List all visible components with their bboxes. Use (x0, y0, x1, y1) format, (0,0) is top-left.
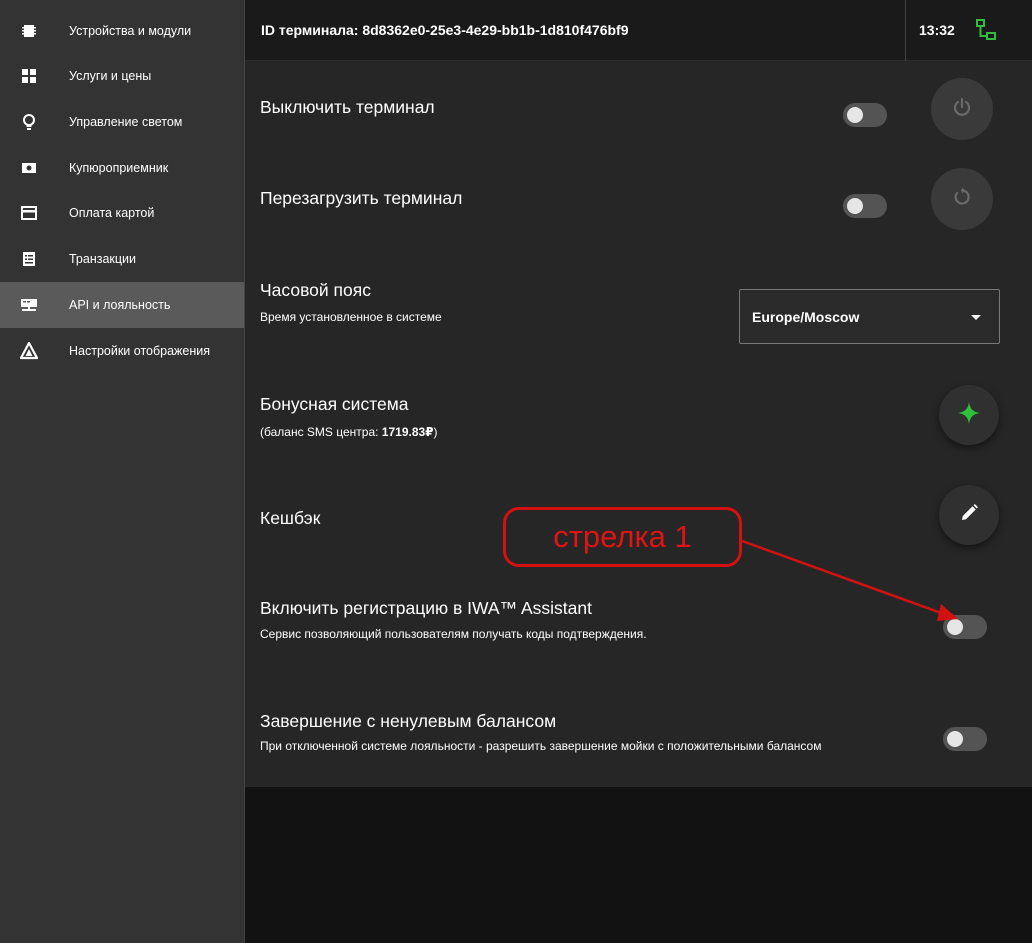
chip-icon (20, 22, 38, 40)
shutdown-title: Выключить терминал (260, 97, 435, 117)
iwa-toggle[interactable] (943, 615, 987, 639)
bonus-subtitle-suffix: ) (433, 425, 438, 439)
nonzero-subtitle: При отключенной системе лояльности - раз… (260, 739, 822, 753)
lightbulb-icon (20, 113, 38, 131)
cashback-edit-button[interactable] (939, 485, 999, 545)
nonzero-title: Завершение с ненулевым балансом (260, 711, 557, 731)
banknote-icon (20, 159, 38, 177)
restart-icon (952, 187, 972, 212)
annotation-label: стрелка 1 (553, 519, 692, 554)
toggle-knob (847, 198, 863, 214)
reboot-title: Перезагрузить терминал (260, 188, 463, 208)
sidebar-item-bill-acceptor[interactable]: Купюроприемник (0, 145, 244, 191)
display-settings-icon (20, 342, 38, 360)
timezone-title: Часовой пояс (260, 280, 371, 300)
pencil-icon (959, 503, 979, 528)
bonus-subtitle-prefix: (баланс SMS центра: (260, 425, 382, 439)
sidebar-item-card-payment[interactable]: Оплата картой (0, 190, 244, 236)
nonzero-toggle[interactable] (943, 727, 987, 751)
bonus-title: Бонусная система (260, 394, 409, 414)
toggle-knob (947, 731, 963, 747)
credit-card-icon (20, 204, 38, 222)
reboot-button[interactable] (931, 168, 993, 230)
sidebar-item-api-loyalty[interactable]: API и лояльность (0, 282, 244, 328)
annotation-callout: стрелка 1 (503, 507, 742, 567)
sidebar-item-devices[interactable]: Устройства и модули (0, 8, 244, 54)
top-header: ID терминала: 8d8362e0-25e3-4e29-bb1b-1d… (245, 0, 1032, 61)
sidebar-item-light[interactable]: Управление светом (0, 99, 244, 145)
bonus-button[interactable] (939, 385, 999, 445)
network-icon[interactable] (975, 18, 997, 42)
cashback-title: Кешбэк (260, 508, 321, 528)
sms-balance: 1719.83₽ (381, 425, 434, 439)
header-divider (905, 0, 906, 61)
terminal-id: ID терминала: 8d8362e0-25e3-4e29-bb1b-1d… (261, 22, 629, 38)
reboot-toggle[interactable] (843, 194, 887, 218)
receipt-icon (20, 250, 38, 268)
sidebar-item-services[interactable]: Услуги и цены (0, 53, 244, 99)
toggle-knob (847, 107, 863, 123)
sidebar-item-label: API и лояльность (69, 298, 171, 312)
shutdown-button[interactable] (931, 78, 993, 140)
chevron-down-icon (971, 315, 981, 320)
iwa-title: Включить регистрацию в IWA™ Assistant (260, 598, 592, 618)
sidebar-item-label: Настройки отображения (69, 344, 211, 358)
timezone-subtitle: Время установленное в системе (260, 310, 442, 324)
iwa-subtitle: Сервис позволяющий пользователям получат… (260, 627, 647, 641)
sidebar: Устройства и модули Услуги и цены Управл… (0, 0, 245, 943)
sidebar-item-label: Купюроприемник (69, 161, 169, 175)
sidebar-item-label: Услуги и цены (69, 69, 152, 83)
settings-panel: Выключить терминал Перезагрузить термина… (245, 61, 1032, 787)
clock: 13:32 (919, 22, 955, 38)
power-icon (952, 97, 972, 122)
api-icon (20, 296, 38, 314)
sidebar-item-display-settings[interactable]: Настройки отображения (0, 328, 244, 374)
timezone-select[interactable]: Europe/Moscow (739, 289, 1000, 344)
toggle-knob (947, 619, 963, 635)
sidebar-item-label: Управление светом (69, 115, 183, 129)
sidebar-item-label: Оплата картой (69, 206, 155, 220)
shutdown-toggle[interactable] (843, 103, 887, 127)
timezone-value: Europe/Moscow (752, 309, 860, 325)
bonus-subtitle: (баланс SMS центра: 1719.83₽) (260, 425, 438, 439)
sidebar-item-label: Транзакции (69, 252, 137, 266)
sidebar-item-label: Устройства и модули (69, 24, 192, 38)
sidebar-item-transactions[interactable]: Транзакции (0, 236, 244, 282)
sparkle-icon (957, 401, 981, 430)
grid-icon (20, 67, 38, 85)
